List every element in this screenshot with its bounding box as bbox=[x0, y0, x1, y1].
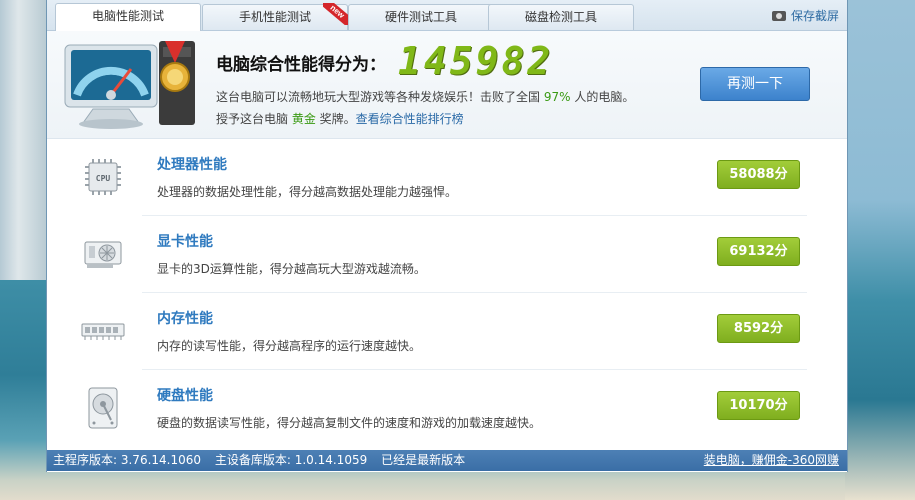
new-badge: new bbox=[323, 3, 349, 25]
score-badge: 8592分 bbox=[717, 314, 800, 343]
row-title: 硬盘性能 bbox=[157, 388, 213, 404]
medal-level: 黄金 bbox=[291, 112, 316, 126]
background-right bbox=[845, 0, 915, 500]
row-description: 处理器的数据处理性能，得分越高数据处理能力越强悍。 bbox=[157, 185, 458, 199]
hard-disk-icon bbox=[88, 387, 118, 429]
tab-hardware-tools[interactable]: 硬件测试工具 bbox=[348, 4, 494, 30]
background-left bbox=[0, 0, 46, 280]
graphics-card-icon bbox=[84, 241, 122, 268]
row-title: 内存性能 bbox=[157, 311, 213, 327]
tab-label: 电脑性能测试 bbox=[91, 9, 164, 23]
row-title: 处理器性能 bbox=[157, 157, 227, 173]
tab-bar: 电脑性能测试 手机性能测试 new 硬件测试工具 磁盘检测工具 保存截屏 bbox=[47, 0, 847, 31]
ranking-link[interactable]: 查看综合性能排行榜 bbox=[356, 112, 464, 126]
cpu-icon: CPU bbox=[85, 159, 121, 195]
save-screenshot-button[interactable]: 保存截屏 bbox=[771, 7, 839, 24]
list-item-graphics: 显卡性能 显卡的3D运算性能，得分越高玩大型游戏越流畅。 69132分 bbox=[47, 216, 847, 293]
earn-commission-link[interactable]: 装电脑，赚佣金-360网赚 bbox=[704, 450, 839, 471]
tab-disk-tools[interactable]: 磁盘检测工具 bbox=[488, 4, 634, 30]
main-version: 主程序版本: 3.76.14.1060 bbox=[53, 453, 202, 467]
summary-header: 电脑综合性能得分为： 145982 这台电脑可以流畅地玩大型游戏等各种发烧娱乐！… bbox=[47, 31, 847, 139]
list-item-memory: 内存性能 内存的读写性能，得分越高程序的运行速度越快。 8592分 bbox=[47, 293, 847, 370]
tab-label: 磁盘检测工具 bbox=[524, 10, 597, 24]
total-score: 145982 bbox=[398, 39, 554, 83]
list-item-cpu: CPU 处理器性能 处理器的数据处理性能，得分越高数据处理能力越强悍。 5808… bbox=[47, 139, 847, 216]
db-version: 主设备库版本: 1.0.14.1059 bbox=[214, 453, 368, 467]
score-title: 电脑综合性能得分为： bbox=[216, 55, 386, 75]
row-description: 显卡的3D运算性能，得分越高玩大型游戏越流畅。 bbox=[157, 262, 426, 276]
app-window: 电脑性能测试 手机性能测试 new 硬件测试工具 磁盘检测工具 保存截屏 电脑综… bbox=[46, 0, 848, 472]
row-description: 硬盘的数据读写性能，得分越高复制文件的速度和游戏的加载速度越快。 bbox=[157, 416, 542, 430]
list-item-hard-disk: 硬盘性能 硬盘的数据读写性能，得分越高复制文件的速度和游戏的加载速度越快。 10… bbox=[47, 370, 847, 447]
medal-description: 授予这台电脑 黄金 奖牌。查看综合性能排行榜 bbox=[216, 112, 464, 126]
tab-pc-performance[interactable]: 电脑性能测试 bbox=[55, 3, 201, 31]
tab-label: 硬件测试工具 bbox=[384, 10, 457, 24]
score-badge: 10170分 bbox=[717, 391, 800, 420]
beat-percentage: 97% bbox=[543, 90, 571, 104]
tab-phone-performance[interactable]: 手机性能测试 new bbox=[202, 3, 349, 30]
retest-button[interactable]: 再测一下 bbox=[700, 67, 810, 101]
row-title: 显卡性能 bbox=[157, 234, 213, 250]
status-bar: 主程序版本: 3.76.14.1060 主设备库版本: 1.0.14.1059 … bbox=[47, 450, 847, 471]
tab-label: 手机性能测试 bbox=[238, 10, 311, 24]
score-description: 这台电脑可以流畅地玩大型游戏等各种发烧娱乐！击败了全国 97% 人的电脑。 bbox=[216, 90, 635, 104]
update-status: 已经是最新版本 bbox=[381, 453, 466, 467]
score-badge: 58088分 bbox=[717, 160, 800, 189]
score-badge: 69132分 bbox=[717, 237, 800, 266]
memory-icon bbox=[81, 323, 125, 340]
svg-text:CPU: CPU bbox=[96, 174, 111, 183]
camera-icon bbox=[771, 11, 786, 21]
row-description: 内存的读写性能，得分越高程序的运行速度越快。 bbox=[157, 339, 422, 353]
computer-speedometer-icon bbox=[64, 41, 195, 129]
